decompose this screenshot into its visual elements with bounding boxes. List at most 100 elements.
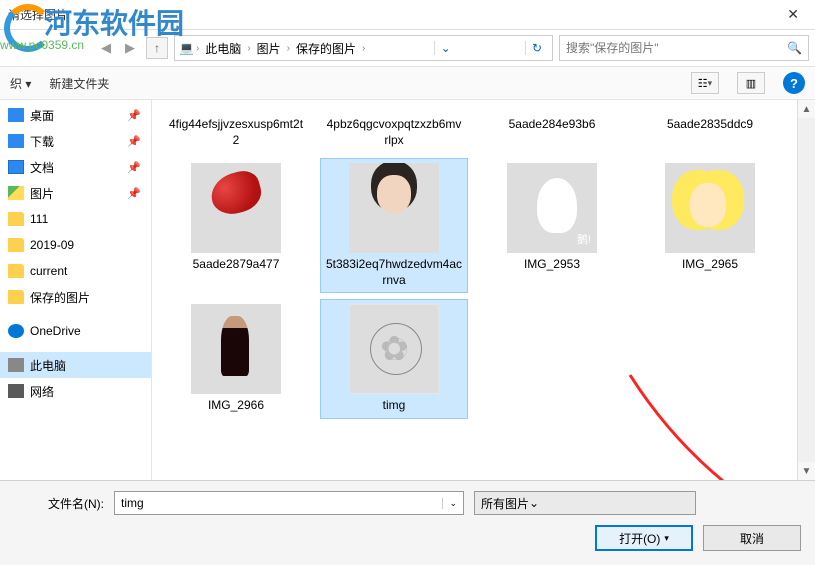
- folder-icon: [8, 264, 24, 278]
- breadcrumb[interactable]: 💻 › 此电脑 › 图片 › 保存的图片 › ⌄ ↻: [174, 35, 553, 61]
- preview-pane-button[interactable]: ▥: [737, 72, 765, 94]
- back-icon[interactable]: ◀: [96, 38, 116, 58]
- open-button[interactable]: 打开(O)▾: [595, 525, 693, 551]
- file-tile[interactable]: 5aade2835ddc9: [636, 108, 784, 152]
- chevron-right-icon: ›: [247, 43, 250, 54]
- crumb-pictures[interactable]: 图片: [253, 40, 285, 57]
- scroll-up-icon[interactable]: ▲: [798, 100, 815, 118]
- sidebar-item-label: 下载: [30, 133, 54, 150]
- sidebar-item-下载[interactable]: 下载 📌: [0, 128, 151, 154]
- folder-icon: [8, 290, 24, 304]
- crumb-pc[interactable]: 此电脑: [201, 40, 245, 57]
- sidebar-item-保存的图片[interactable]: 保存的图片: [0, 284, 151, 310]
- folder-icon: [8, 238, 24, 252]
- sidebar-item-此电脑[interactable]: 此电脑: [0, 352, 151, 378]
- file-tile[interactable]: 5aade2879a477: [162, 158, 310, 293]
- filetype-select[interactable]: 所有图片 ⌄: [474, 491, 696, 515]
- footer: 文件名(N): timg ⌄ 所有图片 ⌄ 打开(O)▾ 取消: [0, 480, 815, 565]
- organize-menu[interactable]: 织 ▾: [10, 75, 31, 92]
- dropdown-icon[interactable]: ⌄: [434, 41, 457, 55]
- chevron-down-icon[interactable]: ⌄: [529, 496, 539, 510]
- file-name: 5aade2879a477: [193, 257, 280, 273]
- folder-icon: [8, 212, 24, 226]
- sidebar-item-label: 网络: [30, 383, 54, 400]
- folder-icon: [8, 358, 24, 372]
- thumbnail: [349, 163, 439, 253]
- sidebar-item-label: 此电脑: [30, 357, 66, 374]
- file-name: IMG_2965: [682, 257, 738, 273]
- file-name: IMG_2953: [524, 257, 580, 273]
- sidebar-item-图片[interactable]: 图片 📌: [0, 180, 151, 206]
- chevron-right-icon: ›: [196, 43, 199, 54]
- pin-icon: 📌: [127, 187, 141, 200]
- file-name: 5aade284e93b6: [509, 117, 596, 133]
- refresh-icon[interactable]: ↻: [525, 41, 548, 55]
- folder-icon: [8, 186, 24, 200]
- sidebar-item-label: 保存的图片: [30, 289, 90, 306]
- scroll-down-icon[interactable]: ▼: [798, 462, 815, 480]
- file-tile[interactable]: IMG_2966: [162, 299, 310, 419]
- file-name: 5aade2835ddc9: [667, 117, 753, 133]
- file-tile[interactable]: 4pbz6qgcvoxpqtzxzb6mvrlpx: [320, 108, 468, 152]
- search-input[interactable]: 🔍: [559, 35, 809, 61]
- sidebar-item-网络[interactable]: 网络: [0, 378, 151, 404]
- chevron-down-icon[interactable]: ⌄: [442, 498, 457, 509]
- view-options-button[interactable]: ☷ ▾: [691, 72, 719, 94]
- file-tile[interactable]: timg: [320, 299, 468, 419]
- sidebar-item-2019-09[interactable]: 2019-09: [0, 232, 151, 258]
- help-icon[interactable]: ?: [783, 72, 805, 94]
- chevron-down-icon: ▾: [664, 533, 669, 544]
- filename-input[interactable]: timg ⌄: [114, 491, 464, 515]
- folder-icon: [8, 108, 24, 122]
- sidebar-item-label: 111: [30, 212, 48, 226]
- sidebar: 桌面📌下载📌文档📌图片📌1112019-09current保存的图片OneDri…: [0, 100, 152, 480]
- thumbnail: [191, 163, 281, 253]
- file-tile[interactable]: 5t383i2eq7hwdzedvm4acrnva: [320, 158, 468, 293]
- file-name: IMG_2966: [208, 398, 264, 414]
- file-name: 5t383i2eq7hwdzedvm4acrnva: [325, 257, 463, 288]
- sidebar-item-label: current: [30, 264, 67, 278]
- sidebar-item-label: 2019-09: [30, 238, 74, 252]
- crumb-saved[interactable]: 保存的图片: [292, 40, 360, 57]
- file-tile[interactable]: IMG_2953: [478, 158, 626, 293]
- nav-bar: ◀ ▶ ↑ 💻 › 此电脑 › 图片 › 保存的图片 › ⌄ ↻ 🔍: [0, 30, 815, 66]
- sidebar-item-label: 图片: [30, 185, 54, 202]
- cancel-button[interactable]: 取消: [703, 525, 801, 551]
- file-list: 4fig44efsjjvzesxusp6mt2t2 4pbz6qgcvoxpqtz…: [152, 100, 815, 480]
- pin-icon: 📌: [127, 161, 141, 174]
- pc-icon: 💻: [179, 41, 194, 55]
- filename-label: 文件名(N):: [14, 495, 104, 512]
- pin-icon: 📌: [127, 135, 141, 148]
- sidebar-item-111[interactable]: 111: [0, 206, 151, 232]
- chevron-right-icon: ›: [287, 43, 290, 54]
- sidebar-item-current[interactable]: current: [0, 258, 151, 284]
- pin-icon: 📌: [127, 109, 141, 122]
- sidebar-item-文档[interactable]: 文档📌: [0, 154, 151, 180]
- window-title: 请选择图片: [8, 6, 779, 23]
- sidebar-item-OneDrive[interactable]: OneDrive: [0, 318, 151, 344]
- thumbnail: [191, 304, 281, 394]
- forward-icon: ▶: [120, 38, 140, 58]
- file-name: 4pbz6qgcvoxpqtzxzb6mvrlpx: [325, 117, 463, 148]
- search-icon[interactable]: 🔍: [787, 41, 802, 55]
- close-icon[interactable]: ✕: [779, 6, 807, 23]
- up-icon[interactable]: ↑: [146, 37, 168, 59]
- file-tile[interactable]: IMG_2965: [636, 158, 784, 293]
- chevron-right-icon: ›: [362, 43, 365, 54]
- search-field[interactable]: [566, 41, 787, 55]
- thumbnail: [665, 163, 755, 253]
- folder-icon: [8, 384, 24, 398]
- sidebar-item-label: OneDrive: [30, 324, 81, 338]
- new-folder-button[interactable]: 新建文件夹: [49, 75, 109, 92]
- file-name: 4fig44efsjjvzesxusp6mt2t2: [167, 117, 305, 148]
- scrollbar[interactable]: ▲ ▼: [797, 100, 815, 480]
- sidebar-item-桌面[interactable]: 桌面 📌: [0, 102, 151, 128]
- title-bar: 请选择图片 ✕: [0, 0, 815, 30]
- folder-icon: [8, 160, 24, 174]
- sidebar-item-label: 桌面: [30, 107, 54, 124]
- thumbnail: [349, 304, 439, 394]
- file-tile[interactable]: 4fig44efsjjvzesxusp6mt2t2: [162, 108, 310, 152]
- file-tile[interactable]: 5aade284e93b6: [478, 108, 626, 152]
- folder-icon: [8, 324, 24, 338]
- file-name: timg: [383, 398, 406, 414]
